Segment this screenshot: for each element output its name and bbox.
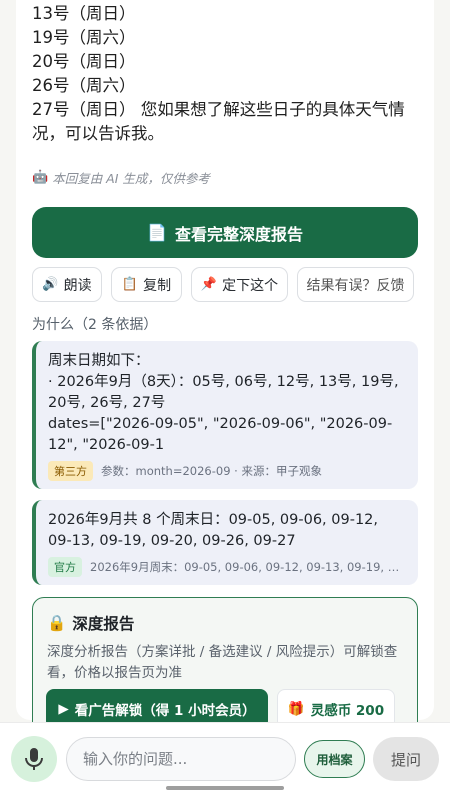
evidence-meta-text: 2026年9月周末：09-05, 09-06, 09-12, 09-13, 09… xyxy=(90,560,406,574)
copy-label: 复制 xyxy=(143,277,172,294)
microphone-icon xyxy=(25,748,43,770)
deep-report-card: 🔒 深度报告 深度分析报告（方案详批 / 备选建议 / 风险提示）可解锁查看，价… xyxy=(32,597,418,737)
gift-icon: 🎁 xyxy=(287,701,305,717)
clipboard-icon: 📋 xyxy=(121,277,139,292)
lock-icon: 🔒 xyxy=(47,614,67,632)
deep-report-title: 🔒 深度报告 xyxy=(47,612,403,634)
speaker-icon: 🔊 xyxy=(42,277,59,292)
view-full-report-button[interactable]: 📄 查看完整深度报告 xyxy=(32,207,418,258)
answer-line: 19号（周六） xyxy=(32,28,136,47)
pin-choice-label: 定下这个 xyxy=(222,277,279,294)
feedback-label: 结果有误？反馈 xyxy=(306,277,405,294)
copy-button[interactable]: 📋 复制 xyxy=(111,267,182,302)
answer-text: 13号（周日） 19号（周六） 20号（周日） 26号（周六） 27号（周日） … xyxy=(32,2,422,146)
answer-line: 20号（周日） xyxy=(32,52,136,71)
evidence-meta: 第三方 参数：month=2026-09 · 来源：甲子观象 xyxy=(48,461,406,481)
question-input[interactable] xyxy=(66,737,296,781)
answer-line: 26号（周六） xyxy=(32,76,136,95)
pin-choice-button[interactable]: 📌 定下这个 xyxy=(191,267,288,302)
inspiration-coins-label: 灵感币 200 xyxy=(310,703,385,719)
deep-report-description: 深度分析报告（方案详批 / 备选建议 / 风险提示）可解锁查看，价格以报告页为准 xyxy=(47,644,398,681)
home-indicator[interactable] xyxy=(166,786,284,790)
ai-disclaimer: 🤖 本回复由 AI 生成，仅供参考 xyxy=(32,168,210,187)
use-archive-button[interactable]: 用档案 xyxy=(304,740,365,778)
read-aloud-label: 朗读 xyxy=(63,277,92,294)
evidence-text: 2026年9月共 8 个周末日：09-05, 09-06, 09-12, 09-… xyxy=(48,512,379,549)
source-badge: 官方 xyxy=(48,557,82,577)
evidence-meta-text: 参数：month=2026-09 · 来源：甲子观象 xyxy=(101,464,322,478)
answer-line: 13号（周日） xyxy=(32,4,136,23)
evidence-meta: 官方 2026年9月周末：09-05, 09-06, 09-12, 09-13,… xyxy=(48,557,406,577)
ai-disclaimer-text: 本回复由 AI 生成，仅供参考 xyxy=(52,171,210,186)
ask-button[interactable]: 提问 xyxy=(373,737,439,781)
deep-report-title-text: 深度报告 xyxy=(72,615,135,633)
evidence-card: 2026年9月共 8 个周末日：09-05, 09-06, 09-12, 09-… xyxy=(32,500,418,585)
read-aloud-button[interactable]: 🔊 朗读 xyxy=(32,267,102,302)
microphone-button[interactable] xyxy=(11,736,57,782)
play-icon: ▶ xyxy=(58,701,69,717)
answer-line: 27号（周日） 您如果想了解这些日子的具体天气情况，可以告诉我。 xyxy=(32,100,405,143)
view-full-report-label: 查看完整深度报告 xyxy=(174,224,303,244)
evidence-text: 周末日期如下： · 2026年9月（8天）：05号, 06号, 12号, 13号,… xyxy=(48,351,406,456)
document-icon: 📄 xyxy=(147,223,167,242)
evidence-card: 周末日期如下： · 2026年9月（8天）：05号, 06号, 12号, 13号,… xyxy=(32,341,418,489)
evidence-heading: 为什么（2 条依据） xyxy=(32,317,158,333)
robot-icon: 🤖 xyxy=(32,170,49,185)
watch-ad-unlock-label: 看广告解锁（得 1 小时会员） xyxy=(74,703,256,719)
evidence-text-part: 周末日期如下： · 2026年9月（8天）：05号, 06号, 12号, 13号,… xyxy=(48,353,399,453)
source-badge: 第三方 xyxy=(48,461,93,481)
pushpin-icon: 📌 xyxy=(200,277,218,292)
feedback-button[interactable]: 结果有误？反馈 xyxy=(297,267,414,302)
